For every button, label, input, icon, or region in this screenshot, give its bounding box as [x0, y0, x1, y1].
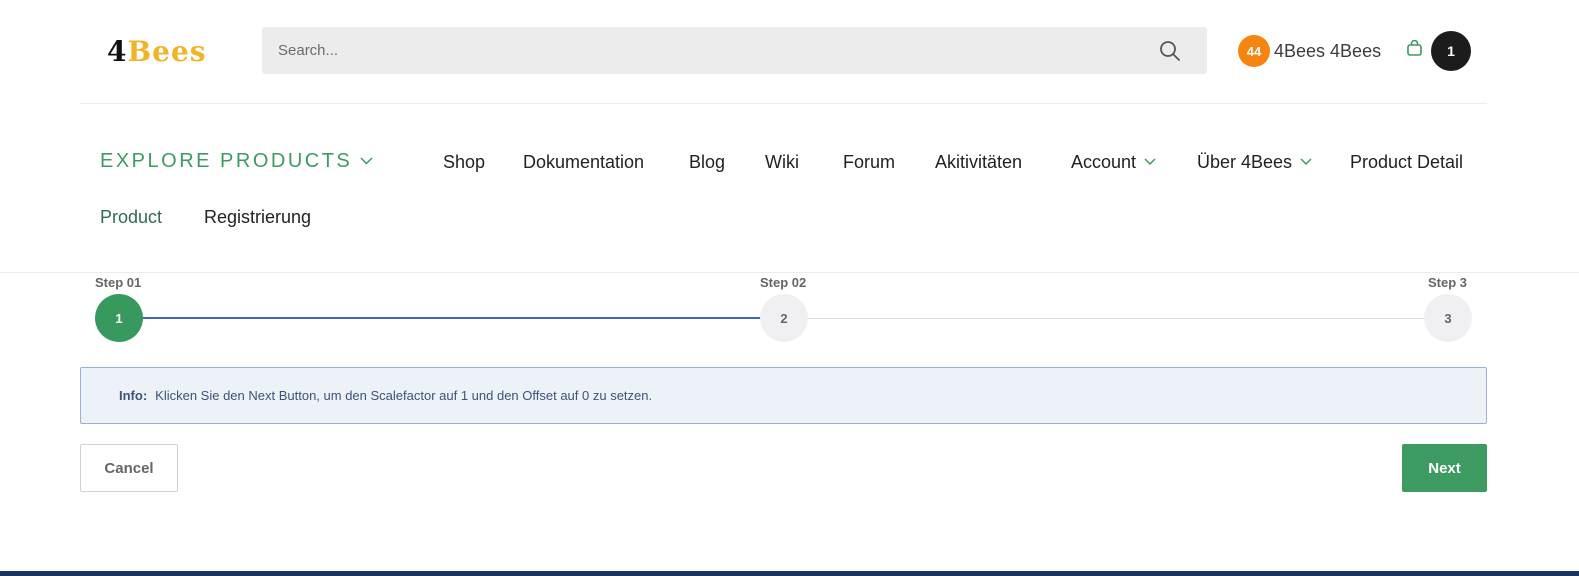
chevron-down-icon	[1300, 158, 1312, 166]
logo[interactable]: 4Bees	[107, 32, 207, 72]
explore-products-menu[interactable]: EXPLORE PRODUCTS	[100, 148, 373, 174]
info-label: Info:	[119, 388, 148, 403]
chevron-down-icon	[1144, 158, 1156, 166]
cancel-button[interactable]: Cancel	[80, 444, 178, 492]
search-input[interactable]: Search...	[262, 27, 1207, 74]
step-label-2: Step 02	[760, 275, 807, 290]
nav-item-label: Product	[100, 207, 163, 227]
nav-item-akitivitaeten[interactable]: Akitivitäten	[935, 150, 1022, 174]
nav-item-label: Product Detail	[1350, 152, 1464, 172]
step-circle-2: 2	[760, 294, 808, 342]
user-name: 4Bees 4Bees	[1274, 40, 1382, 61]
user-account[interactable]: 44 4Bees 4Bees	[1238, 35, 1381, 67]
step-progress-line-complete	[140, 317, 762, 319]
nav-item-shop[interactable]: Shop	[443, 150, 485, 174]
nav-item-label: Shop	[443, 152, 486, 172]
nav-item-dokumentation[interactable]: Dokumentation	[523, 150, 644, 174]
nav-item-label: Dokumentation	[523, 152, 645, 172]
nav-item-label: Wiki	[765, 152, 799, 172]
nav-item-product[interactable]: Product	[100, 205, 162, 229]
search-placeholder: Search...	[278, 42, 339, 59]
chevron-down-icon	[360, 157, 373, 165]
search-icon[interactable]	[1159, 40, 1181, 62]
nav-item-label: Forum	[843, 152, 896, 172]
nav-item-ueber-4bees[interactable]: Über 4Bees	[1197, 150, 1312, 174]
logo-number: 4	[107, 35, 128, 68]
nav-item-label: Akitivitäten	[935, 152, 1023, 172]
nav-item-wiki[interactable]: Wiki	[765, 150, 799, 174]
nav-item-label: Über 4Bees	[1197, 152, 1293, 172]
nav-item-product-detail[interactable]: Product Detail	[1350, 150, 1463, 174]
step-circle-3: 3	[1424, 294, 1472, 342]
header-divider	[80, 103, 1487, 104]
nav-item-account[interactable]: Account	[1071, 150, 1156, 174]
nav-divider	[0, 272, 1579, 273]
info-text: Klicken Sie den Next Button, um den Scal…	[155, 388, 653, 403]
nav-item-blog[interactable]: Blog	[689, 150, 725, 174]
nav-item-label: Blog	[689, 152, 726, 172]
step-progress-line-pending	[806, 318, 1426, 319]
logo-word: Bees	[127, 35, 207, 68]
nav-item-registrierung[interactable]: Registrierung	[204, 205, 311, 229]
next-button[interactable]: Next	[1402, 444, 1487, 492]
nav-item-label: Registrierung	[204, 207, 312, 227]
step-label-3: Step 3	[1428, 275, 1468, 290]
notification-badge: 44	[1238, 35, 1270, 67]
shopping-bag-icon[interactable]	[1406, 40, 1423, 57]
nav-item-forum[interactable]: Forum	[843, 150, 895, 174]
explore-products-label: EXPLORE PRODUCTS	[100, 150, 353, 172]
nav-item-label: Account	[1071, 152, 1137, 172]
step-label-1: Step 01	[95, 275, 142, 290]
cart-count[interactable]: 1	[1431, 31, 1471, 71]
footer-edge	[0, 571, 1579, 576]
step-circle-1: 1	[95, 294, 143, 342]
info-alert: Info: Klicken Sie den Next Button, um de…	[80, 367, 1487, 424]
